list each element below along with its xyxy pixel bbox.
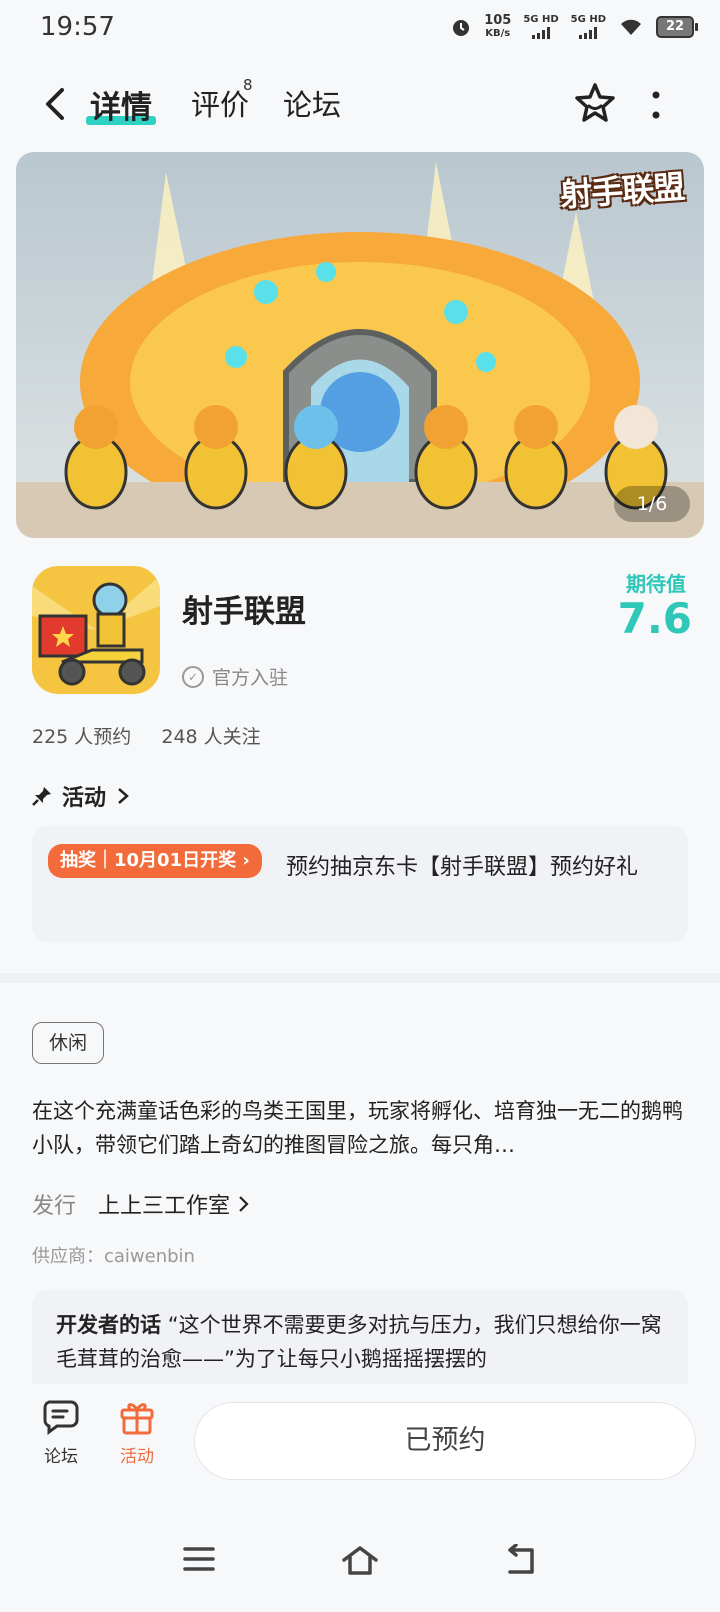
app-stats: 225 人预约 248 人关注 <box>32 722 261 749</box>
bottom-action-bar: 论坛 活动 已预约 <box>0 1384 720 1496</box>
sim1-signal: 5G HD <box>523 15 559 39</box>
alarm-icon <box>453 20 470 36</box>
activity-button[interactable]: 活动 <box>102 1398 172 1467</box>
app-title: 射手联盟 <box>182 594 306 630</box>
game-description[interactable]: 在这个充满童话色彩的鸟类王国里，玩家将孵化、培育独一无二的鹅鸭小队，带领它们踏上… <box>32 1094 688 1162</box>
expectation-label: 期待值 <box>626 572 686 596</box>
sim2-signal: 5G HD <box>571 15 606 39</box>
tab-reviews[interactable]: 评价 <box>191 82 249 124</box>
reserve-button[interactable]: 已预约 <box>194 1402 696 1480</box>
screenshot-carousel[interactable]: 射手联盟 1/6 <box>16 152 704 538</box>
chat-bubble-icon <box>43 1400 79 1435</box>
favorite-star-icon[interactable] <box>572 80 618 126</box>
section-divider <box>0 973 720 983</box>
lottery-tag[interactable]: 抽奖｜10月01日开奖 › <box>48 844 262 878</box>
carousel-counter: 1/6 <box>614 486 690 522</box>
app-icon <box>32 566 160 694</box>
follower-count: 248 人关注 <box>161 726 261 748</box>
status-icons: 105 KB/s 5G HD 5G HD 22 <box>450 13 698 40</box>
developer-notes: 开发者的话 “这个世界不需要更多对抗与压力，我们只想给你一窝毛茸茸的治愈——”为… <box>56 1308 666 1376</box>
signal-icon <box>532 27 550 39</box>
status-time: 19:57 <box>40 12 115 42</box>
tab-forum[interactable]: 论坛 <box>283 82 341 124</box>
developer-notes-label: 开发者的话 <box>56 1313 161 1337</box>
back-nav-icon[interactable] <box>502 1544 538 1576</box>
system-nav-bar <box>0 1520 720 1612</box>
wifi-icon <box>621 19 641 35</box>
chevron-right-icon: › <box>242 850 250 871</box>
chevron-right-icon <box>239 1196 249 1212</box>
game-logo-text: 射手联盟 <box>558 167 686 215</box>
forum-button[interactable]: 论坛 <box>26 1398 96 1467</box>
publisher-row[interactable]: 发行 上上三工作室 <box>32 1188 250 1220</box>
official-badge: ✓ 官方入驻 <box>182 663 288 690</box>
genre-tag[interactable]: 休闲 <box>32 1022 104 1064</box>
check-circle-icon: ✓ <box>182 665 204 688</box>
supplier-info: 供应商：caiwenbin <box>32 1246 195 1267</box>
home-icon[interactable] <box>340 1544 380 1576</box>
battery-indicator: 22 <box>656 16 698 38</box>
status-bar: 19:57 105 KB/s 5G HD 5G HD 22 <box>0 0 720 56</box>
back-arrow-icon[interactable] <box>38 84 78 124</box>
publisher-name: 上上三工作室 <box>98 1194 231 1219</box>
developer-notes-card[interactable]: 开发者的话 “这个世界不需要更多对抗与压力，我们只想给你一窝毛茸茸的治愈——”为… <box>32 1290 688 1390</box>
activity-section-header[interactable]: 活动 <box>32 780 130 812</box>
signal-icon <box>579 27 598 39</box>
chevron-right-icon <box>118 788 129 804</box>
pin-icon <box>32 787 51 806</box>
publisher-label: 发行 <box>32 1194 77 1219</box>
reviews-count-badge: 8 <box>243 76 253 94</box>
reservation-count: 225 人预约 <box>32 726 132 748</box>
more-options-icon[interactable] <box>648 88 664 122</box>
expectation-score: 7.6 <box>617 594 692 643</box>
network-speed: 105 KB/s <box>484 13 512 39</box>
tab-details[interactable]: 详情 <box>90 82 152 127</box>
gift-icon <box>120 1403 154 1435</box>
activity-card[interactable]: 预约抽京东卡【射手联盟】预约好礼 抽奖｜10月01日开奖 › <box>32 826 688 942</box>
top-nav: 详情 评价 8 论坛 <box>0 70 720 140</box>
menu-icon[interactable] <box>182 1544 216 1574</box>
